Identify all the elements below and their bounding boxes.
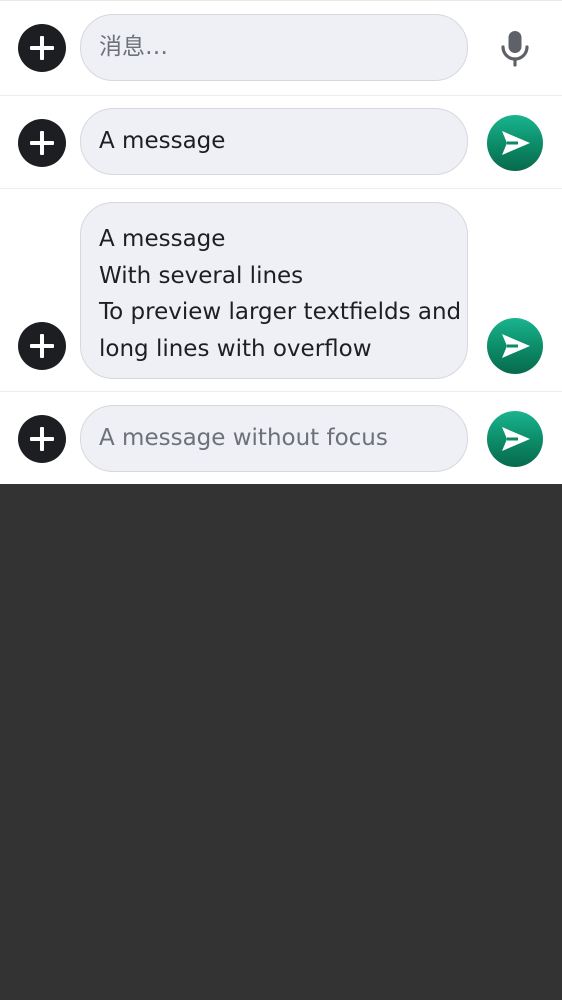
message-line: long lines with overflow bbox=[99, 335, 372, 362]
empty-backdrop bbox=[0, 484, 562, 1000]
composer-row-single-line: A message bbox=[0, 95, 562, 188]
add-attachment-button[interactable] bbox=[18, 119, 66, 167]
send-icon bbox=[502, 131, 530, 155]
message-input-value: A message bbox=[99, 128, 226, 155]
microphone-icon[interactable] bbox=[497, 28, 533, 68]
composer-row-empty: 消息… bbox=[0, 0, 562, 95]
composer-preview-panel: 消息… A message A message With several lin… bbox=[0, 0, 562, 484]
send-button[interactable] bbox=[487, 115, 543, 171]
add-attachment-button[interactable] bbox=[18, 322, 66, 370]
message-line: A message bbox=[99, 226, 226, 252]
send-icon bbox=[502, 427, 530, 451]
message-line: With several lines bbox=[99, 262, 304, 289]
message-input[interactable]: 消息… bbox=[80, 14, 468, 81]
send-icon bbox=[502, 334, 530, 358]
message-input[interactable]: A message With several lines To preview … bbox=[80, 202, 468, 379]
message-input[interactable]: A message without focus bbox=[80, 405, 468, 472]
send-button[interactable] bbox=[487, 318, 543, 374]
composer-row-unfocused: A message without focus bbox=[0, 391, 562, 484]
message-input-placeholder: 消息… bbox=[99, 34, 168, 61]
send-button[interactable] bbox=[487, 411, 543, 467]
message-input-placeholder: A message without focus bbox=[99, 425, 388, 452]
message-line: To preview larger textfields and bbox=[99, 299, 462, 325]
composer-row-multi-line: A message With several lines To preview … bbox=[0, 188, 562, 391]
message-input[interactable]: A message bbox=[80, 108, 468, 175]
add-attachment-button[interactable] bbox=[18, 24, 66, 72]
add-attachment-button[interactable] bbox=[18, 415, 66, 463]
